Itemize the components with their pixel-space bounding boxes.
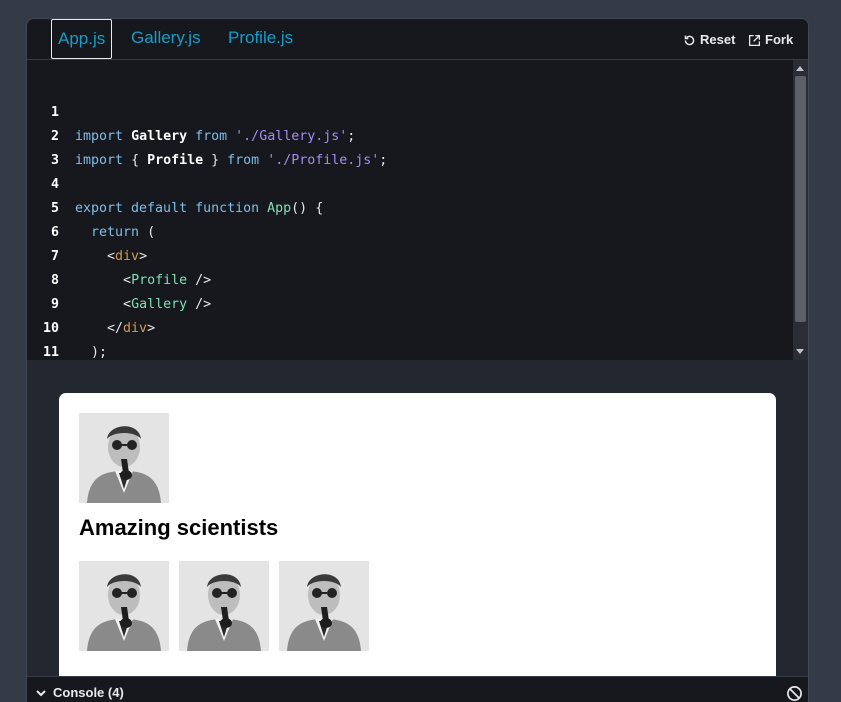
code-line: 4 export default function App() { [27, 149, 793, 216]
code-line: 12 [27, 341, 793, 360]
chevron-down-icon [36, 689, 46, 696]
preview-pane: Amazing scientists [27, 360, 808, 693]
code-line: 9 </div> [27, 269, 793, 336]
sandpack-container: App.js Gallery.js Profile.js Reset Fork … [26, 18, 809, 702]
code-line: 10 ); [27, 293, 793, 360]
code-line: 11 } [27, 317, 793, 360]
code-line: 3 [27, 125, 793, 168]
file-tab-bar: App.js Gallery.js Profile.js Reset Fork [27, 19, 808, 60]
editor-scrollbar[interactable] [793, 60, 808, 360]
scroll-thumb[interactable] [795, 76, 806, 322]
code-editor[interactable]: 1 import Gallery from './Gallery.js'; 2 … [27, 60, 808, 360]
code-line: 1 import Gallery from './Gallery.js'; [27, 77, 793, 144]
code-line: 6 <div> [27, 197, 793, 264]
fork-button[interactable]: Fork [748, 31, 793, 49]
code-line: 5 return ( [27, 173, 793, 240]
clear-console-icon[interactable] [786, 685, 803, 702]
gallery-image [279, 561, 369, 651]
reset-label: Reset [700, 32, 736, 47]
profile-image [79, 413, 169, 503]
code-line: 7 <Profile /> [27, 221, 793, 288]
reset-icon [684, 35, 695, 45]
console-bar: Console (4) [27, 676, 808, 702]
tab-gallery-js[interactable]: Gallery.js [125, 19, 207, 59]
fork-label: Fork [765, 32, 794, 47]
tab-profile-js[interactable]: Profile.js [222, 19, 299, 59]
scroll-down-arrow-icon[interactable] [796, 349, 804, 354]
gallery-heading: Amazing scientists [79, 515, 279, 540]
gallery-image [179, 561, 269, 651]
scroll-up-arrow-icon[interactable] [796, 66, 804, 71]
console-toggle[interactable]: Console (4) [35, 685, 124, 700]
code-line: 8 <Gallery /> [27, 245, 793, 312]
console-label: Console (4) [53, 685, 124, 700]
gallery-image [79, 561, 169, 651]
tab-app-js[interactable]: App.js [51, 19, 113, 59]
code-line: 2 import { Profile } from './Profile.js'… [27, 101, 793, 168]
external-link-icon [748, 34, 761, 46]
reset-button[interactable]: Reset [683, 31, 735, 49]
preview-card: Amazing scientists [59, 393, 776, 693]
